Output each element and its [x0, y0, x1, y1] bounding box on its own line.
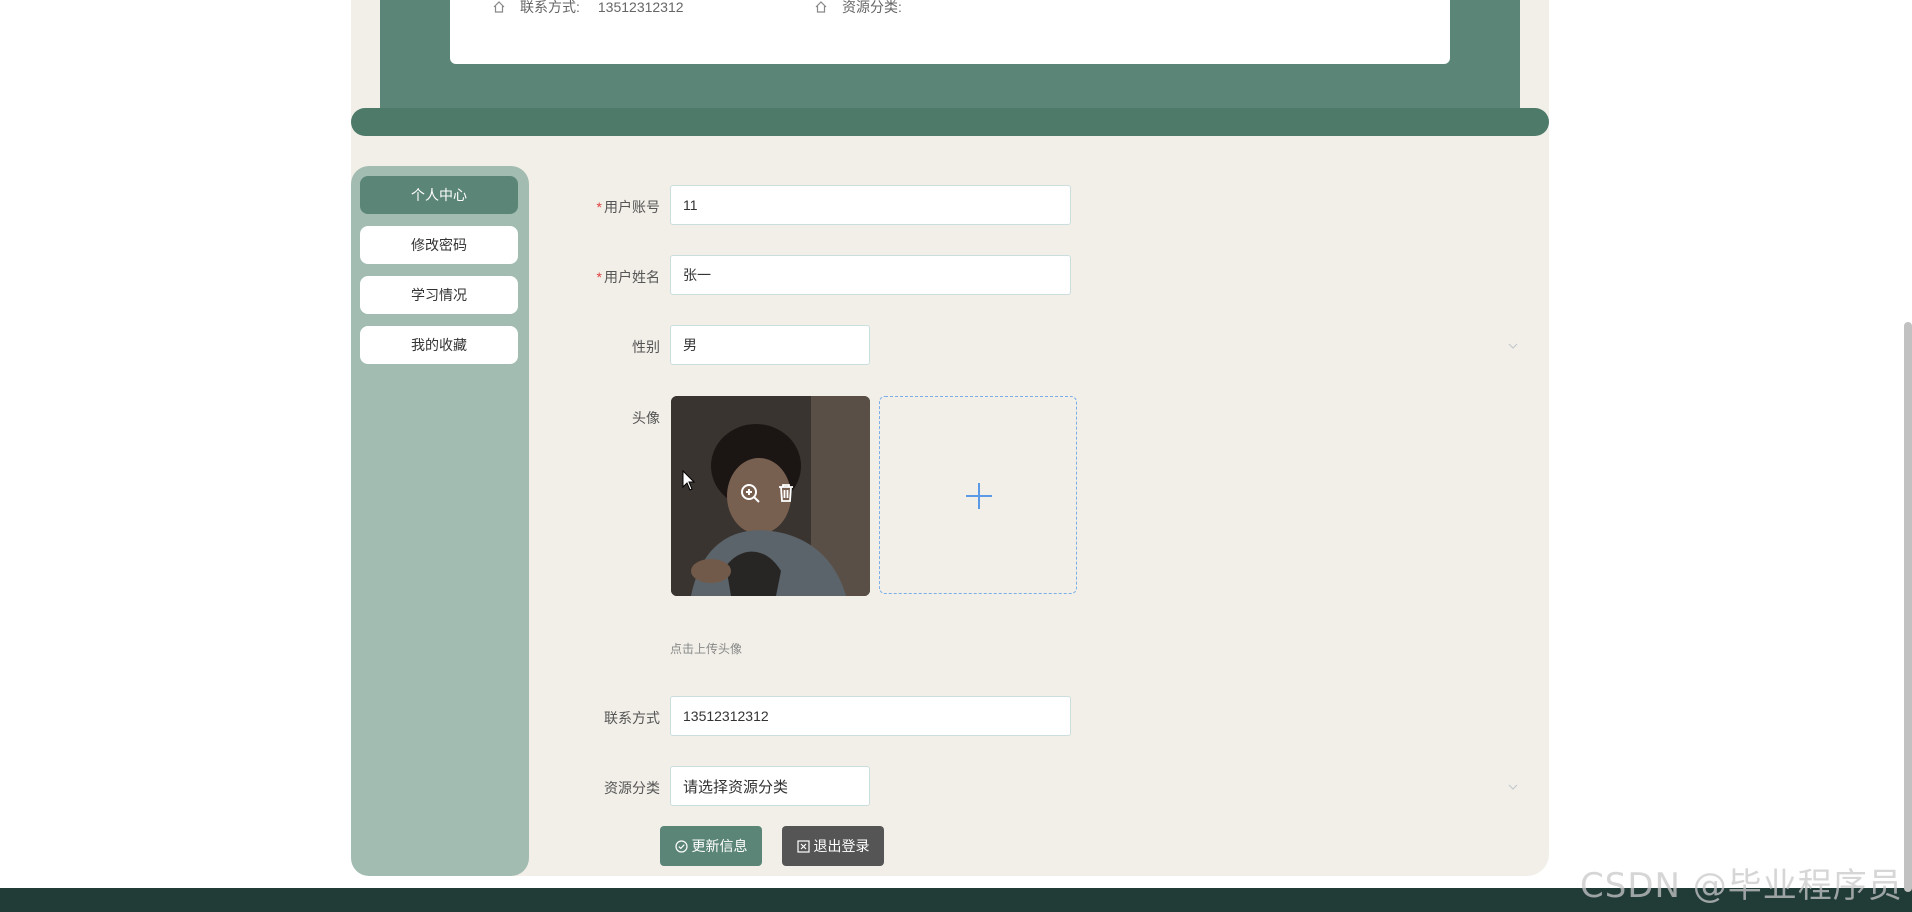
avatar-thumbnail[interactable] — [671, 396, 870, 596]
category-select[interactable]: 请选择资源分类 — [670, 766, 870, 806]
name-input[interactable]: 张一 — [670, 255, 1071, 295]
logout-label: 退出登录 — [813, 838, 870, 854]
gender-select[interactable]: 男 — [670, 325, 870, 365]
chevron-down-icon[interactable] — [1508, 341, 1518, 351]
sidebar-item-study-status[interactable]: 学习情况 — [360, 276, 518, 314]
check-circle-icon — [674, 839, 688, 853]
house-icon — [493, 1, 505, 13]
avatar-label: 头像 — [632, 410, 660, 426]
zoom-in-icon[interactable] — [739, 482, 761, 504]
sidebar-item-favorites[interactable]: 我的收藏 — [360, 326, 518, 364]
category-label-field: 资源分类 — [604, 780, 660, 796]
avatar-overlay — [671, 396, 870, 596]
profile-info-card: 联系方式: 13512312312 资源分类: — [450, 0, 1450, 64]
name-label: * 用户姓名 — [596, 269, 660, 285]
plus-icon — [966, 483, 992, 509]
house-icon — [815, 1, 827, 13]
account-label: * 用户账号 — [596, 199, 660, 215]
gender-label: 性别 — [632, 339, 660, 355]
sidebar-item-change-password[interactable]: 修改密码 — [360, 226, 518, 264]
update-info-label: 更新信息 — [691, 838, 748, 854]
contact-label: 联系方式: — [520, 0, 580, 15]
sidebar-item-personal-center[interactable]: 个人中心 — [360, 176, 518, 214]
contact-info: 联系方式: 13512312312 — [492, 0, 684, 15]
category-label: 资源分类: — [842, 0, 902, 15]
update-info-button[interactable]: 更新信息 — [660, 826, 762, 866]
account-input[interactable]: 11 — [670, 185, 1071, 225]
contact-label-field: 联系方式 — [604, 710, 660, 726]
category-info: 资源分类: — [814, 0, 920, 15]
watermark-text: CSDN @毕业程序员 — [1580, 866, 1903, 906]
sidebar — [351, 166, 529, 876]
mouse-cursor-icon — [682, 470, 696, 491]
contact-value: 13512312312 — [597, 0, 684, 15]
header-bottom-bar — [351, 108, 1549, 136]
close-square-icon — [796, 839, 810, 853]
logout-button[interactable]: 退出登录 — [782, 826, 884, 866]
chevron-down-icon[interactable] — [1508, 782, 1518, 792]
vertical-scrollbar[interactable] — [1904, 322, 1912, 892]
trash-icon[interactable] — [775, 482, 797, 504]
avatar-upload-hint: 点击上传头像 — [670, 642, 743, 656]
contact-input[interactable]: 13512312312 — [670, 696, 1071, 736]
avatar-upload-box[interactable] — [879, 396, 1077, 594]
